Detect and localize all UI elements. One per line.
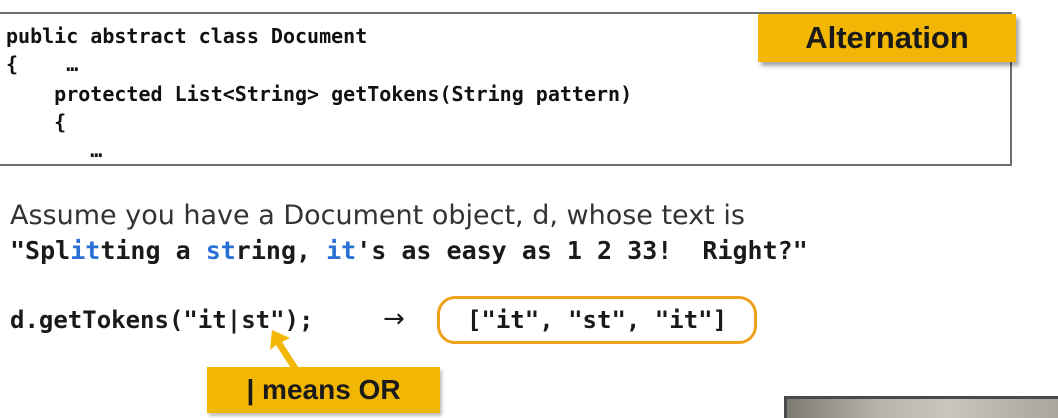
example-segment: "Spl <box>10 236 71 265</box>
title-tag: Alternation <box>758 14 1016 62</box>
example-string: "Splitting a string, it's as easy as 1 2… <box>10 236 808 265</box>
or-note-tag: | means OR <box>207 367 440 413</box>
code-line-ellipsis: … <box>6 138 103 162</box>
example-segment: 's as easy as 1 2 33! Right?" <box>356 236 808 265</box>
right-arrow-icon: → <box>383 304 405 334</box>
code-line-open-brace: { … <box>6 52 79 76</box>
assume-text: Assume you have a Document object, d, wh… <box>10 200 745 231</box>
match-highlight: it <box>70 236 101 265</box>
slide: public abstract class Document { … prote… <box>0 0 1058 418</box>
code-line-method-signature: protected List<String> getTokens(String … <box>6 82 633 106</box>
result-box: ["it", "st", "it"] <box>437 296 757 344</box>
example-segment: ring, <box>235 236 327 265</box>
code-line-method-brace: { <box>6 110 67 134</box>
match-highlight: st <box>205 236 236 265</box>
video-thumbnail <box>784 396 1058 418</box>
example-segment: ting a <box>100 236 206 265</box>
code-line-class-declaration: public abstract class Document <box>6 24 368 48</box>
match-highlight: it <box>326 236 357 265</box>
